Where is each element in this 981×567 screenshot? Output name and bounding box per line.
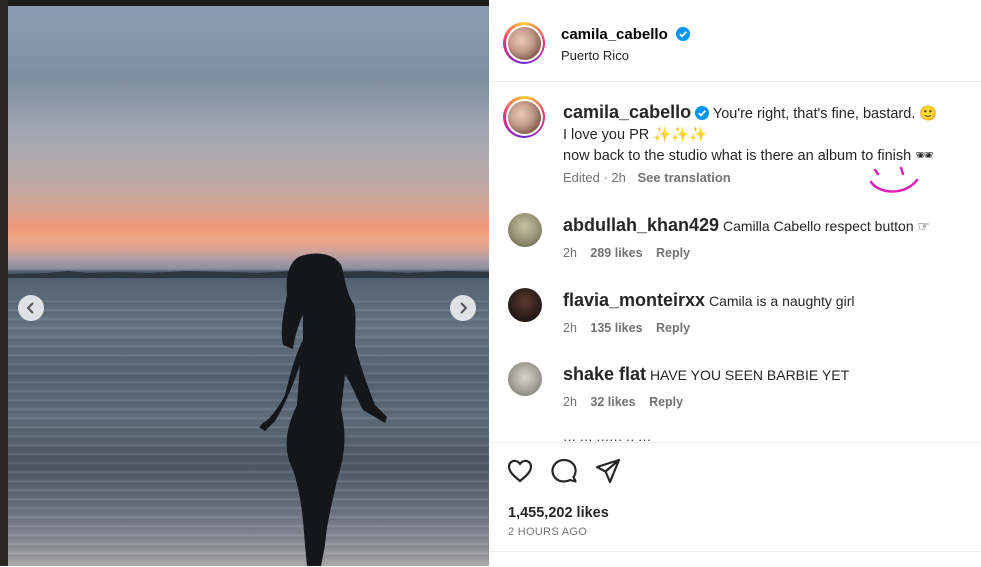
comment-text: HAVE YOU SEEN BARBIE YET <box>649 367 850 383</box>
header-avatar[interactable] <box>503 22 545 64</box>
caption-meta: Edited · 2h See translation <box>563 170 731 185</box>
comment-text: Camila is a naughty girl <box>708 293 855 309</box>
comment-time: 2h <box>563 321 577 335</box>
previous-photo-button[interactable] <box>18 295 44 321</box>
comment-likes[interactable]: 135 likes <box>590 321 642 335</box>
comment-item: abdullah_khan429 Camilla Cabello respect… <box>489 213 981 283</box>
comment-item: flavia_monteirxx Camila is a naughty gir… <box>489 288 981 358</box>
reply-button[interactable]: Reply <box>649 395 683 409</box>
post-details-pane: camila_cabello Puerto Rico camila_cabell… <box>489 0 981 566</box>
post-actions: 1,455,202 likes 2 HOURS AGO <box>489 442 981 567</box>
person-silhouette <box>259 253 387 566</box>
partially-visible-comment: ··· ··· ······ ·· ··· <box>563 432 652 442</box>
avatar-image <box>507 26 541 60</box>
comment-avatar[interactable] <box>508 213 542 247</box>
avatar-image <box>507 100 541 134</box>
verified-icon <box>675 27 690 41</box>
comment-text: Camilla Cabello respect button ☞ <box>722 218 931 234</box>
location-link[interactable]: Puerto Rico <box>561 48 629 63</box>
comment-likes[interactable]: 289 likes <box>590 246 642 260</box>
comment-meta: 2h 135 likes Reply <box>563 321 700 335</box>
likes-count[interactable]: 1,455,202 likes <box>508 505 609 521</box>
photo-top-strip <box>0 0 489 6</box>
comment-likes[interactable]: 32 likes <box>590 395 635 409</box>
reply-button[interactable]: Reply <box>656 321 690 335</box>
header-username[interactable]: camila_cabello <box>561 26 668 43</box>
comment-item: shake flat HAVE YOU SEEN BARBIE YET 2h 3… <box>489 362 981 432</box>
divider <box>489 551 981 552</box>
caption-text: camila_cabello You're right, that's fine… <box>563 102 963 167</box>
comment-username[interactable]: shake flat <box>563 364 646 384</box>
post-header: camila_cabello Puerto Rico <box>489 6 981 82</box>
comment-avatar[interactable] <box>508 362 542 396</box>
comment-username[interactable]: flavia_monteirxx <box>563 290 705 310</box>
photo-left-strip <box>0 0 8 566</box>
heart-icon[interactable] <box>506 457 534 485</box>
edited-time: Edited · 2h <box>563 170 626 185</box>
comment-avatar[interactable] <box>508 288 542 322</box>
comment-time: 2h <box>563 395 577 409</box>
comment-text-row: abdullah_khan429 Camilla Cabello respect… <box>563 215 930 236</box>
comment-text-row: flavia_monteirxx Camila is a naughty gir… <box>563 290 854 311</box>
comment-time: 2h <box>563 246 577 260</box>
comment-meta: 2h 32 likes Reply <box>563 395 693 409</box>
caption-line-2: I love you PR ✨✨✨ <box>563 127 708 143</box>
comment-icon[interactable] <box>550 457 578 485</box>
chevron-right-icon <box>460 302 468 314</box>
verified-icon <box>695 106 710 120</box>
comment-text-row: shake flat HAVE YOU SEEN BARBIE YET <box>563 364 849 385</box>
caption-username[interactable]: camila_cabello <box>563 102 691 122</box>
header-username-row[interactable]: camila_cabello <box>561 26 690 43</box>
post-photo[interactable] <box>0 0 489 566</box>
caption-avatar[interactable] <box>503 96 545 138</box>
post-time[interactable]: 2 HOURS AGO <box>508 526 587 538</box>
chevron-left-icon <box>26 302 34 314</box>
share-icon[interactable] <box>594 457 622 485</box>
reply-button[interactable]: Reply <box>656 246 690 260</box>
comment-username[interactable]: abdullah_khan429 <box>563 215 719 235</box>
smiley-doodle <box>869 166 919 193</box>
see-translation-link[interactable]: See translation <box>638 170 731 185</box>
caption-line-1: You're right, that's fine, bastard. 🙂 <box>712 106 938 122</box>
next-photo-button[interactable] <box>450 295 476 321</box>
comment-meta: 2h 289 likes Reply <box>563 246 700 260</box>
